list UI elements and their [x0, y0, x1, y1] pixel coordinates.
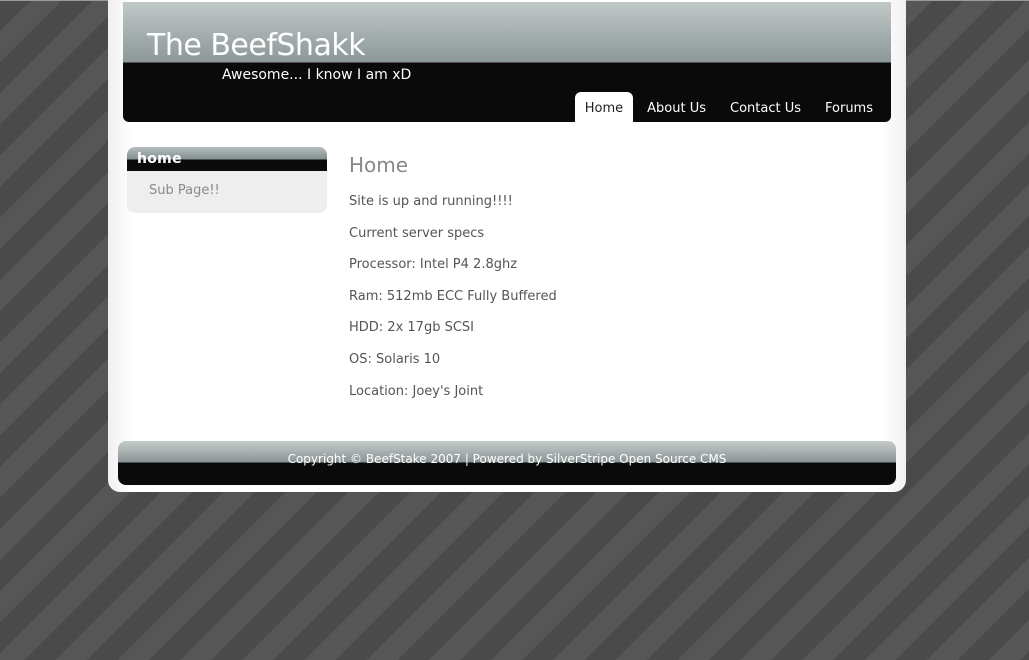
sidebar: home Sub Page!! [127, 147, 327, 213]
nav-item-contact-us[interactable]: Contact Us [720, 92, 811, 122]
main-content: Home Site is up and running!!!! Current … [349, 152, 879, 415]
content-paragraph-status: Site is up and running!!!! [349, 194, 513, 209]
footer-text: Copyright © BeefStake 2007 | Powered by … [118, 452, 896, 466]
content-paragraph-ram: Ram: 512mb ECC Fully Buffered [349, 288, 557, 304]
nav-item-forums[interactable]: Forums [815, 92, 883, 122]
content-paragraph-processor: Processor: Intel P4 2.8ghz [349, 257, 518, 273]
main-navigation: Home About Us Contact Us Forums [571, 92, 883, 122]
site-footer: Copyright © BeefStake 2007 | Powered by … [118, 441, 896, 485]
page-container: The BeefShakk Awesome... I know I am xD … [108, 0, 906, 492]
sidebar-item-sub-page[interactable]: Sub Page!! [149, 183, 220, 198]
nav-item-about-us[interactable]: About Us [637, 92, 716, 122]
content-paragraph-os: OS: Solaris 10 [349, 351, 441, 367]
content-paragraph-location: Location: Joey's Joint [349, 383, 484, 399]
sidebar-heading: home [127, 147, 327, 171]
content-paragraph-hdd: HDD: 2x 17gb SCSI [349, 320, 474, 336]
site-tagline: Awesome... I know I am xD [222, 67, 412, 83]
footer-copyright: Copyright © BeefStake 2007 | Powered by [287, 452, 547, 466]
site-title: The BeefShakk [147, 28, 366, 63]
nav-item-home[interactable]: Home [574, 92, 634, 122]
page-title: Home [349, 153, 409, 177]
content-paragraph-specs-heading: Current server specs [349, 225, 485, 241]
footer-cms-link[interactable]: SilverStripe Open Source CMS [546, 452, 726, 466]
site-header: The BeefShakk Awesome... I know I am xD … [123, 2, 891, 122]
